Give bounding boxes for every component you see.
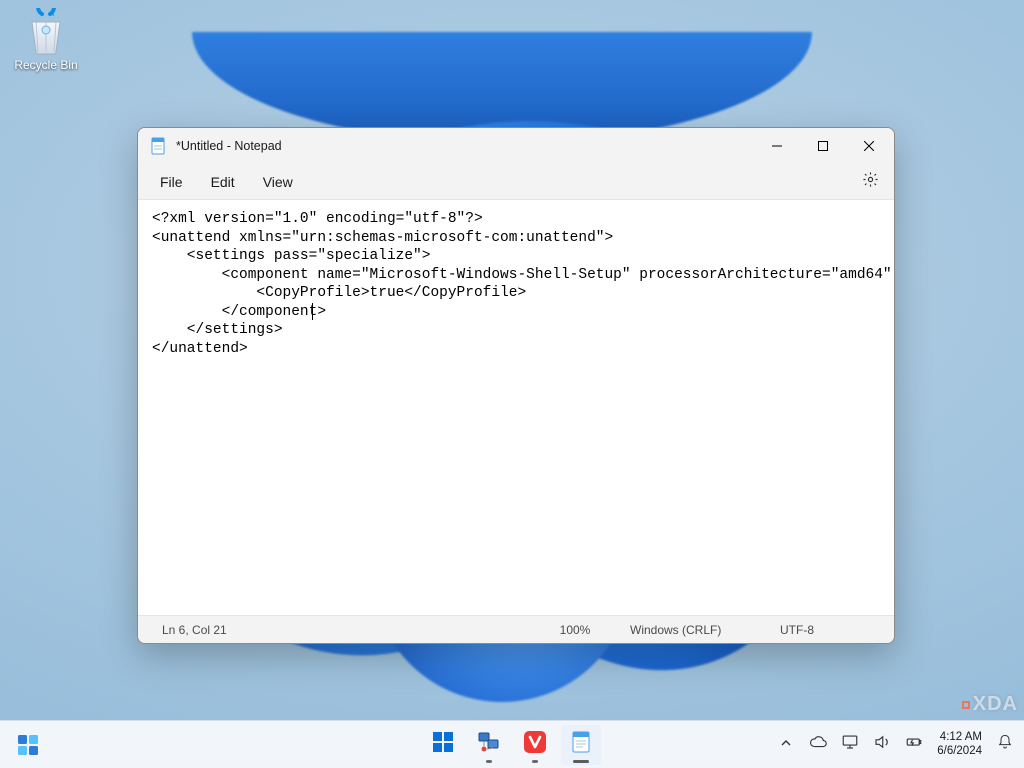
widgets-button[interactable] (8, 725, 48, 765)
start-button[interactable] (423, 725, 463, 765)
status-encoding: UTF-8 (770, 623, 880, 637)
minimize-button[interactable] (754, 130, 800, 162)
network-computers-icon (476, 729, 502, 760)
tray-volume[interactable] (869, 725, 895, 765)
clock-date: 6/6/2024 (937, 745, 982, 758)
menu-view[interactable]: View (249, 168, 307, 196)
taskbar-app-notepad[interactable] (561, 725, 601, 765)
tray-battery[interactable] (901, 725, 927, 765)
menu-edit[interactable]: Edit (197, 168, 249, 196)
vivaldi-icon (523, 730, 547, 759)
notepad-app-icon (150, 136, 166, 156)
chevron-up-icon (780, 736, 792, 754)
taskbar: 4:12 AM 6/6/2024 (0, 720, 1024, 768)
recycle-bin-label: Recycle Bin (8, 58, 84, 72)
monitor-network-icon (841, 733, 859, 756)
status-zoom[interactable]: 100% (530, 623, 620, 637)
taskbar-clock[interactable]: 4:12 AM 6/6/2024 (933, 731, 986, 757)
tray-onedrive[interactable] (805, 725, 831, 765)
recycle-bin-icon (22, 8, 70, 56)
close-button[interactable] (846, 130, 892, 162)
notepad-window: *Untitled - Notepad File Edit View <?xml… (137, 127, 895, 644)
recycle-bin[interactable]: Recycle Bin (8, 8, 84, 72)
speaker-icon (873, 733, 891, 756)
titlebar[interactable]: *Untitled - Notepad (138, 128, 894, 164)
statusbar: Ln 6, Col 21 100% Windows (CRLF) UTF-8 (138, 615, 894, 643)
menu-file[interactable]: File (146, 168, 197, 196)
watermark: XDA (962, 693, 1018, 716)
status-eol: Windows (CRLF) (620, 623, 770, 637)
status-position: Ln 6, Col 21 (152, 623, 237, 637)
taskbar-app-vivaldi[interactable] (515, 725, 555, 765)
windows-logo-icon (431, 730, 455, 759)
tray-network[interactable] (837, 725, 863, 765)
clock-time: 4:12 AM (937, 731, 982, 744)
bell-icon (997, 734, 1013, 755)
notifications-button[interactable] (992, 725, 1018, 765)
cloud-icon (809, 733, 827, 756)
taskbar-app-network[interactable] (469, 725, 509, 765)
menubar: File Edit View (138, 164, 894, 200)
settings-button[interactable] (854, 166, 886, 198)
notepad-icon (570, 729, 592, 760)
power-icon (905, 733, 923, 756)
window-title: *Untitled - Notepad (176, 139, 282, 153)
maximize-button[interactable] (800, 130, 846, 162)
tray-overflow[interactable] (773, 725, 799, 765)
gear-icon (862, 171, 879, 193)
text-editor[interactable]: <?xml version="1.0" encoding="utf-8"?> <… (138, 200, 894, 615)
